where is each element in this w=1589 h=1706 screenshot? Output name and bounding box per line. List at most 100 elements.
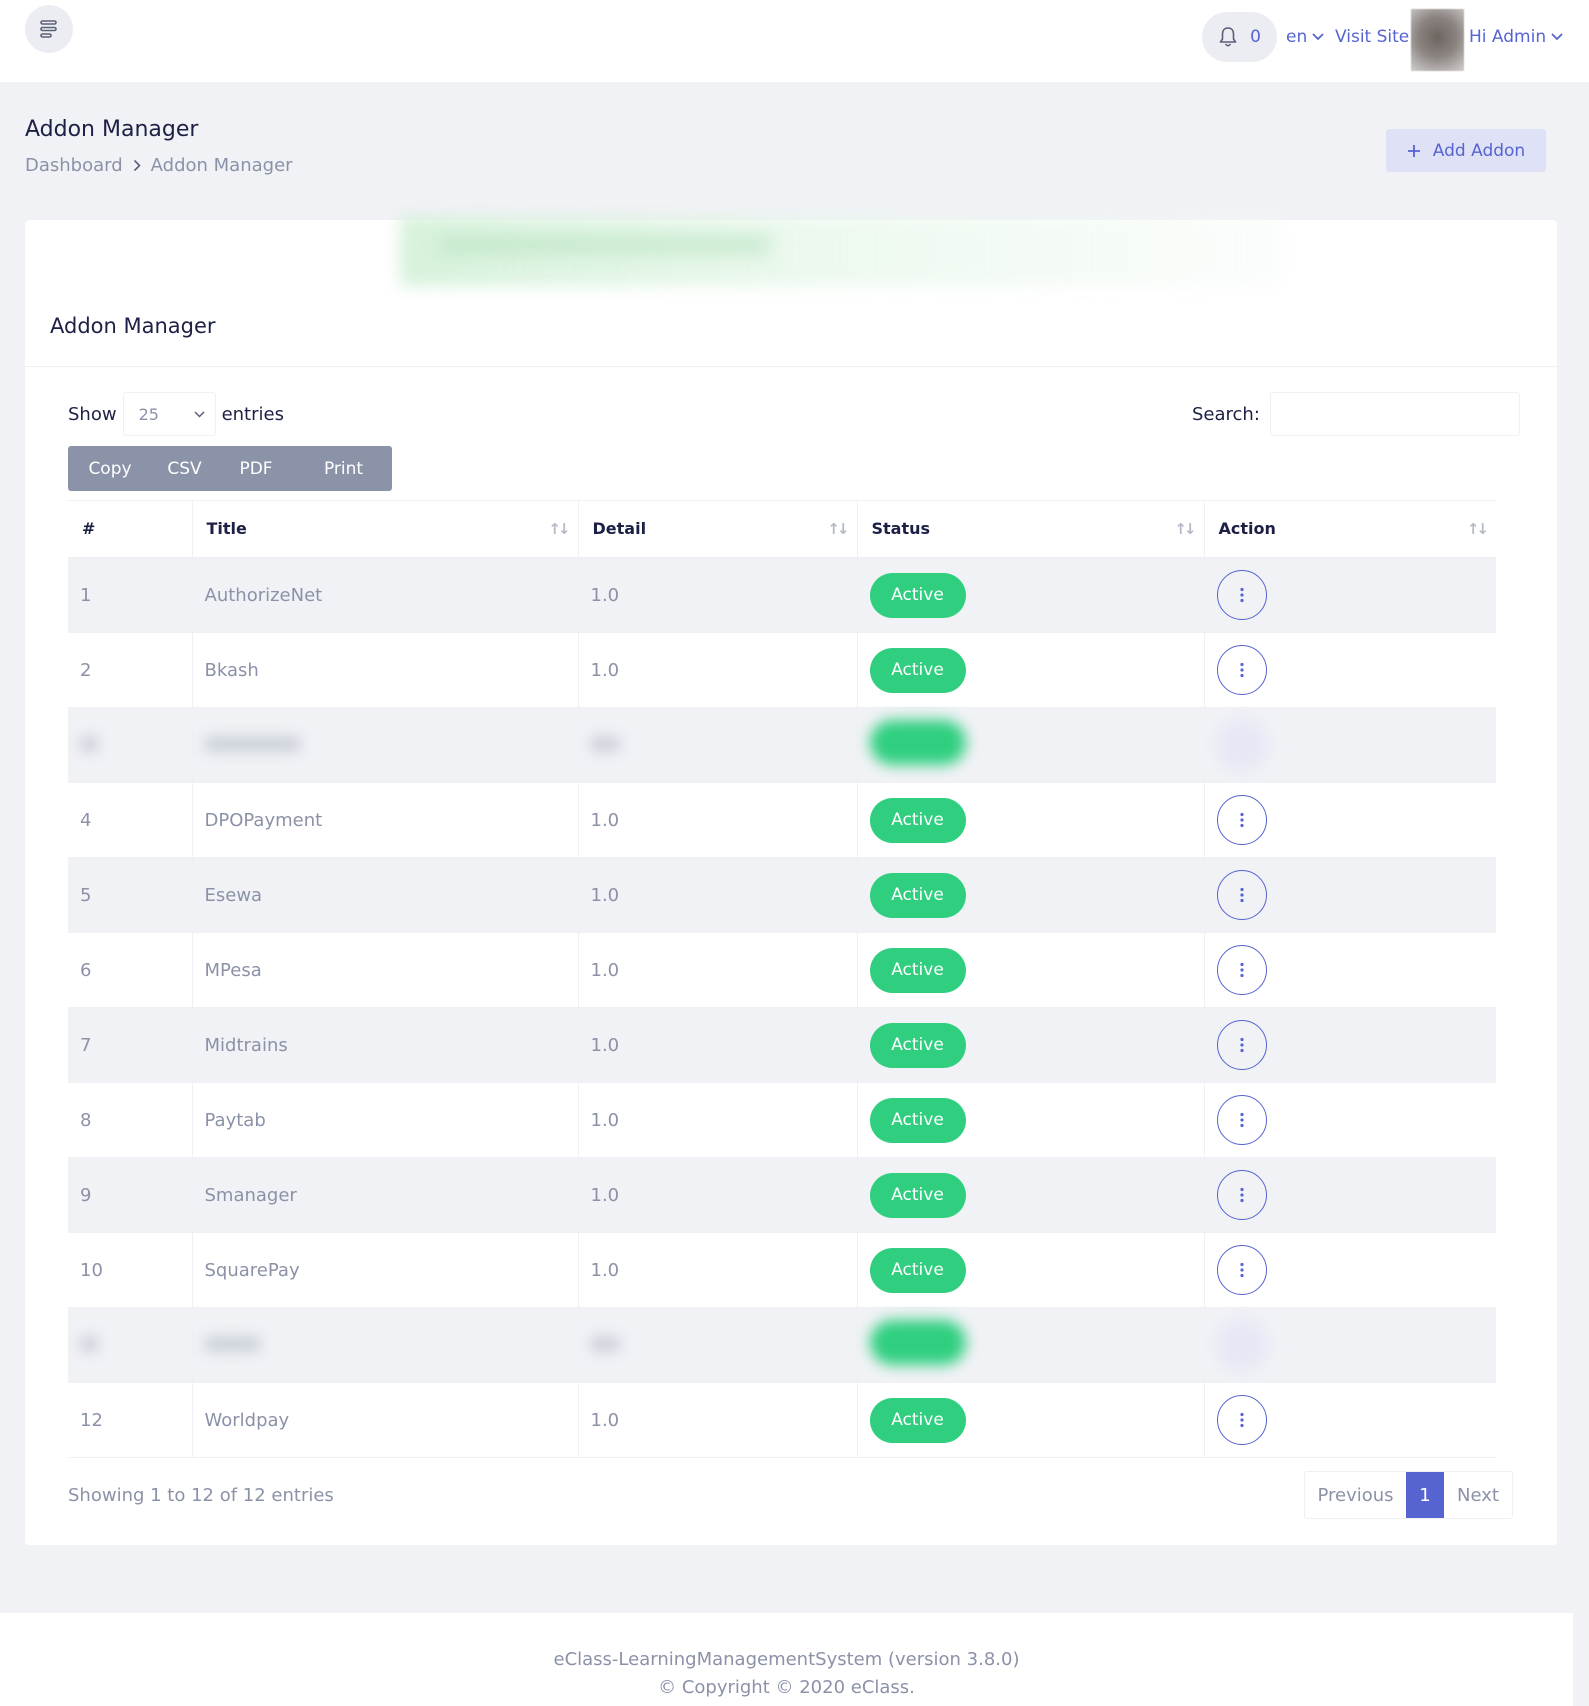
row-actions-button[interactable] bbox=[1216, 1395, 1267, 1445]
row-number: 5 bbox=[80, 884, 92, 906]
row-number: 6 bbox=[80, 959, 92, 981]
table-row: 8 Paytab 1.0 Active bbox=[68, 1082, 1496, 1158]
row-status-cell: Active bbox=[856, 1082, 1204, 1158]
visit-site-link[interactable]: Visit Site bbox=[1335, 22, 1409, 52]
row-status-cell bbox=[856, 1307, 1204, 1383]
previous-page-button[interactable]: Previous bbox=[1305, 1472, 1406, 1518]
row-title bbox=[204, 1336, 260, 1351]
breadcrumb-dashboard[interactable]: Dashboard bbox=[25, 155, 123, 176]
status-badge[interactable] bbox=[869, 720, 966, 765]
column-header-detail[interactable]: Detail ↑↓ bbox=[577, 500, 857, 559]
status-badge[interactable]: Active bbox=[869, 872, 966, 918]
column-header-action[interactable]: Action ↑↓ bbox=[1203, 500, 1496, 559]
row-actions-button[interactable] bbox=[1216, 645, 1267, 695]
print-button[interactable]: Print bbox=[295, 446, 392, 491]
row-actions-button[interactable] bbox=[1216, 570, 1267, 621]
chevron-down-icon bbox=[1312, 33, 1324, 41]
column-header-number[interactable]: # bbox=[68, 500, 192, 559]
row-actions-button[interactable] bbox=[1216, 1095, 1267, 1145]
column-header-title[interactable]: Title ↑↓ bbox=[191, 500, 578, 559]
row-status-cell: Active bbox=[856, 557, 1204, 633]
row-number: 4 bbox=[80, 809, 92, 831]
status-badge[interactable]: Active bbox=[869, 647, 966, 693]
table-row: 9 Smanager 1.0 Active bbox=[68, 1157, 1496, 1233]
search-input[interactable] bbox=[1269, 392, 1520, 436]
row-title: Bkash bbox=[204, 659, 259, 681]
notifications-button[interactable]: 0 bbox=[1202, 12, 1277, 62]
notification-count: 0 bbox=[1250, 27, 1261, 47]
row-title-cell: Paytab bbox=[191, 1082, 578, 1158]
row-actions-button[interactable] bbox=[1216, 1320, 1267, 1370]
table-row: 12 Worldpay 1.0 Active bbox=[68, 1382, 1496, 1458]
copy-button[interactable]: Copy bbox=[68, 446, 152, 491]
breadcrumb-current: Addon Manager bbox=[150, 155, 293, 176]
row-number-cell: 6 bbox=[68, 932, 192, 1008]
row-title-cell: Esewa bbox=[191, 857, 578, 933]
row-actions-button[interactable] bbox=[1216, 1170, 1267, 1220]
addons-table: # Title ↑↓ Detail ↑↓ Status ↑↓ Action ↑↓ 1 Au… bbox=[68, 500, 1496, 1458]
row-action-cell bbox=[1203, 1082, 1496, 1158]
row-title: Worldpay bbox=[204, 1409, 290, 1431]
status-badge[interactable]: Active bbox=[869, 947, 966, 993]
status-badge[interactable]: Active bbox=[869, 1247, 966, 1293]
row-detail: 1.0 bbox=[590, 584, 620, 606]
row-actions-button[interactable] bbox=[1216, 1245, 1267, 1295]
row-number: 9 bbox=[80, 1184, 92, 1206]
vertical-ellipsis-icon bbox=[1239, 1412, 1244, 1428]
vertical-ellipsis-icon bbox=[1239, 962, 1244, 978]
csv-button[interactable]: CSV bbox=[152, 446, 217, 491]
vertical-ellipsis-icon bbox=[1239, 1112, 1244, 1128]
addon-manager-card: Addon Manager Show 25 entries Search: Co… bbox=[25, 216, 1557, 1545]
row-action-cell bbox=[1203, 782, 1496, 858]
row-actions-button[interactable] bbox=[1216, 870, 1267, 920]
language-selector[interactable]: en bbox=[1286, 22, 1324, 52]
status-badge[interactable]: Active bbox=[869, 797, 966, 843]
row-title-cell: Smanager bbox=[191, 1157, 578, 1233]
menu-toggle-button[interactable] bbox=[25, 5, 73, 53]
row-actions-button[interactable] bbox=[1216, 945, 1267, 995]
row-status-cell bbox=[856, 707, 1204, 783]
row-title: SquarePay bbox=[204, 1259, 300, 1281]
page-length-select[interactable]: 25 bbox=[122, 392, 216, 436]
row-detail: 1.0 bbox=[590, 959, 620, 981]
row-detail-cell bbox=[577, 707, 857, 783]
pdf-button[interactable]: PDF bbox=[217, 446, 295, 491]
status-badge[interactable] bbox=[869, 1320, 966, 1365]
row-number-cell bbox=[68, 1307, 192, 1383]
row-actions-button[interactable] bbox=[1216, 720, 1267, 770]
search-control: Search: bbox=[1192, 392, 1520, 436]
row-detail-cell: 1.0 bbox=[577, 782, 857, 858]
status-badge[interactable]: Active bbox=[869, 1397, 966, 1443]
status-badge[interactable]: Active bbox=[869, 1097, 966, 1143]
user-menu[interactable]: Hi Admin bbox=[1469, 22, 1563, 52]
status-badge[interactable]: Active bbox=[869, 572, 966, 618]
row-detail-cell: 1.0 bbox=[577, 857, 857, 933]
status-badge[interactable]: Active bbox=[869, 1022, 966, 1068]
next-page-button[interactable]: Next bbox=[1444, 1472, 1512, 1518]
row-action-cell bbox=[1203, 932, 1496, 1008]
sort-arrows-icon: ↑↓ bbox=[827, 519, 849, 538]
show-label: Show bbox=[68, 403, 117, 425]
page-1-button[interactable]: 1 bbox=[1406, 1472, 1444, 1518]
table-row: 4 DPOPayment 1.0 Active bbox=[68, 782, 1496, 858]
row-detail: 1.0 bbox=[590, 1259, 620, 1281]
add-addon-button[interactable]: Add Addon bbox=[1386, 129, 1546, 172]
row-detail-cell: 1.0 bbox=[577, 932, 857, 1008]
row-title: MPesa bbox=[204, 959, 262, 981]
avatar[interactable] bbox=[1411, 9, 1464, 71]
row-status-cell: Active bbox=[856, 1232, 1204, 1308]
column-header-status[interactable]: Status ↑↓ bbox=[856, 500, 1204, 559]
row-number-cell: 4 bbox=[68, 782, 192, 858]
flash-message-blurred bbox=[400, 216, 1280, 286]
sort-arrows-icon: ↑↓ bbox=[1174, 519, 1196, 538]
row-action-cell bbox=[1203, 632, 1496, 708]
status-badge[interactable]: Active bbox=[869, 1172, 966, 1218]
row-detail: 1.0 bbox=[590, 1109, 620, 1131]
row-status-cell: Active bbox=[856, 1157, 1204, 1233]
row-number: 2 bbox=[80, 659, 92, 681]
table-header-row: # Title ↑↓ Detail ↑↓ Status ↑↓ Action ↑↓ bbox=[68, 500, 1496, 559]
row-number-cell: 2 bbox=[68, 632, 192, 708]
row-actions-button[interactable] bbox=[1216, 1020, 1267, 1070]
row-actions-button[interactable] bbox=[1216, 795, 1267, 845]
vertical-ellipsis-icon bbox=[1239, 662, 1244, 678]
